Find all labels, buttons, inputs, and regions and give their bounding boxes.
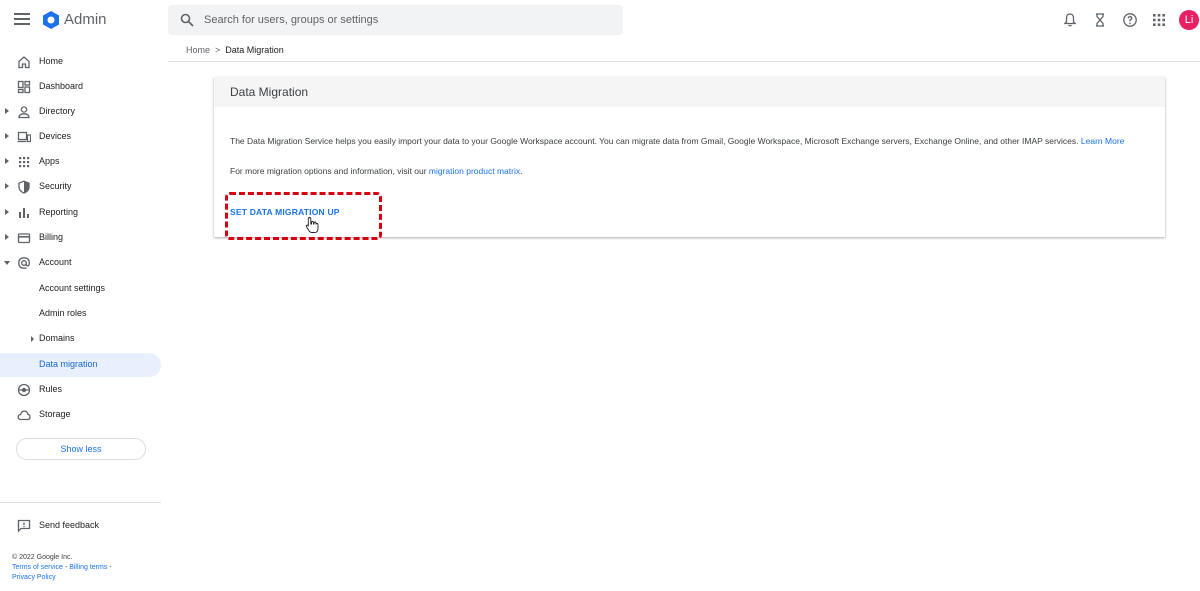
sidebar-item-account[interactable]: Account xyxy=(0,251,161,275)
sidebar-item-directory[interactable]: Directory xyxy=(0,100,161,124)
card-title: Data Migration xyxy=(230,85,309,99)
set-data-migration-up-button[interactable]: SET DATA MIGRATION UP xyxy=(230,207,340,217)
expand-caret-icon[interactable] xyxy=(5,108,9,114)
hand-cursor-icon xyxy=(305,217,319,233)
help-icon[interactable] xyxy=(1122,12,1138,28)
sidebar-item-label: Domains xyxy=(39,333,75,343)
top-bar: Admin Li xyxy=(0,0,1200,40)
sidebar-item-label: Admin roles xyxy=(39,308,87,318)
sidebar-item-label: Billing xyxy=(39,232,64,242)
description-text: The Data Migration Service helps you eas… xyxy=(230,136,1079,146)
sidebar-item-label: Account settings xyxy=(39,283,106,293)
breadcrumb-separator: > xyxy=(215,45,221,55)
search-icon[interactable] xyxy=(180,13,194,27)
sidebar-item-label: Data migration xyxy=(39,359,98,369)
admin-logo-icon[interactable] xyxy=(41,10,61,30)
at-sign-icon xyxy=(18,257,30,269)
sidebar-item-label: Home xyxy=(39,56,64,66)
more-info-text: For more migration options and informati… xyxy=(230,166,1145,177)
sidebar-item-label: Rules xyxy=(39,384,63,394)
sidebar-item-home[interactable]: Home xyxy=(0,50,161,74)
migration-product-matrix-link[interactable]: migration product matrix xyxy=(429,166,520,176)
breadcrumb-current: Data Migration xyxy=(225,45,284,55)
sidebar-item-label: Security xyxy=(39,181,72,191)
dashboard-icon xyxy=(17,80,31,94)
card-description: The Data Migration Service helps you eas… xyxy=(230,136,1145,147)
card-header: Data Migration xyxy=(214,77,1165,107)
send-feedback-label: Send feedback xyxy=(39,520,100,530)
sidebar-item-billing[interactable]: Billing xyxy=(0,226,161,250)
expand-caret-icon[interactable] xyxy=(5,234,9,240)
devices-icon xyxy=(17,131,31,143)
privacy-policy-link[interactable]: Privacy Policy xyxy=(12,574,56,581)
sidebar-item-security[interactable]: Security xyxy=(0,175,161,199)
billing-terms-link[interactable]: Billing terms xyxy=(69,564,107,571)
sidebar-item-label: Storage xyxy=(39,409,71,419)
sidebar-item-label: Dashboard xyxy=(39,81,84,91)
bell-icon[interactable] xyxy=(1062,12,1078,28)
sidebar-item-account-settings[interactable]: Account settings xyxy=(0,277,161,301)
expand-caret-icon[interactable] xyxy=(5,209,9,215)
main-divider xyxy=(168,61,1200,62)
home-icon xyxy=(18,56,30,69)
footer: © 2022 Google Inc. Terms of service - Bi… xyxy=(12,553,152,583)
sidebar-item-label: Apps xyxy=(39,156,60,166)
expand-caret-icon[interactable] xyxy=(5,183,9,189)
apps-grid-icon[interactable] xyxy=(1151,12,1167,28)
credit-card-icon xyxy=(17,233,31,244)
data-migration-card: Data Migration The Data Migration Servic… xyxy=(214,77,1165,237)
sidebar-item-domains[interactable]: Domains xyxy=(0,327,161,351)
expand-caret-icon[interactable] xyxy=(31,336,34,342)
search-bar[interactable] xyxy=(168,5,623,35)
sidebar-item-devices[interactable]: Devices xyxy=(0,125,161,149)
sidebar-item-dashboard[interactable]: Dashboard xyxy=(0,75,161,99)
search-input[interactable] xyxy=(204,11,604,29)
sidebar-item-label: Directory xyxy=(39,106,76,116)
breadcrumb-home[interactable]: Home xyxy=(186,45,210,55)
sidebar-item-reporting[interactable]: Reporting xyxy=(0,201,161,225)
more-info-suffix: . xyxy=(520,166,523,176)
shield-icon xyxy=(18,180,30,194)
sidebar-divider xyxy=(0,502,161,503)
sidebar-item-data-migration[interactable]: Data migration xyxy=(0,353,161,377)
sidebar-item-apps[interactable]: Apps xyxy=(0,150,161,174)
expand-caret-icon[interactable] xyxy=(5,133,9,139)
sidebar: Home Dashboard Directory Devices Apps Se… xyxy=(0,40,162,591)
breadcrumb: Home > Data Migration xyxy=(186,45,284,55)
hourglass-icon[interactable] xyxy=(1092,12,1108,28)
sidebar-item-label: Devices xyxy=(39,131,72,141)
sidebar-item-label: Account xyxy=(39,257,72,267)
avatar[interactable]: Li xyxy=(1179,10,1199,30)
sidebar-item-storage[interactable]: Storage xyxy=(0,403,161,427)
sidebar-item-admin-roles[interactable]: Admin roles xyxy=(0,302,161,326)
more-info-prefix: For more migration options and informati… xyxy=(230,166,427,176)
feedback-icon xyxy=(17,519,31,533)
send-feedback-button[interactable]: Send feedback xyxy=(0,514,161,538)
learn-more-link[interactable]: Learn More xyxy=(1081,136,1124,146)
collapse-caret-icon[interactable] xyxy=(4,261,10,265)
apps-grid-icon xyxy=(19,157,30,168)
menu-icon[interactable] xyxy=(14,13,30,27)
app-title[interactable]: Admin xyxy=(64,11,107,28)
terms-of-service-link[interactable]: Terms of service xyxy=(12,564,63,571)
sidebar-item-label: Reporting xyxy=(39,207,79,217)
person-icon xyxy=(18,106,30,119)
bar-chart-icon xyxy=(19,208,29,218)
expand-caret-icon[interactable] xyxy=(5,158,9,164)
copyright-text: © 2022 Google Inc. xyxy=(12,554,73,561)
rules-icon xyxy=(17,383,31,397)
cloud-icon xyxy=(17,410,31,421)
sidebar-item-rules[interactable]: Rules xyxy=(0,378,161,402)
show-less-button[interactable]: Show less xyxy=(16,438,146,460)
